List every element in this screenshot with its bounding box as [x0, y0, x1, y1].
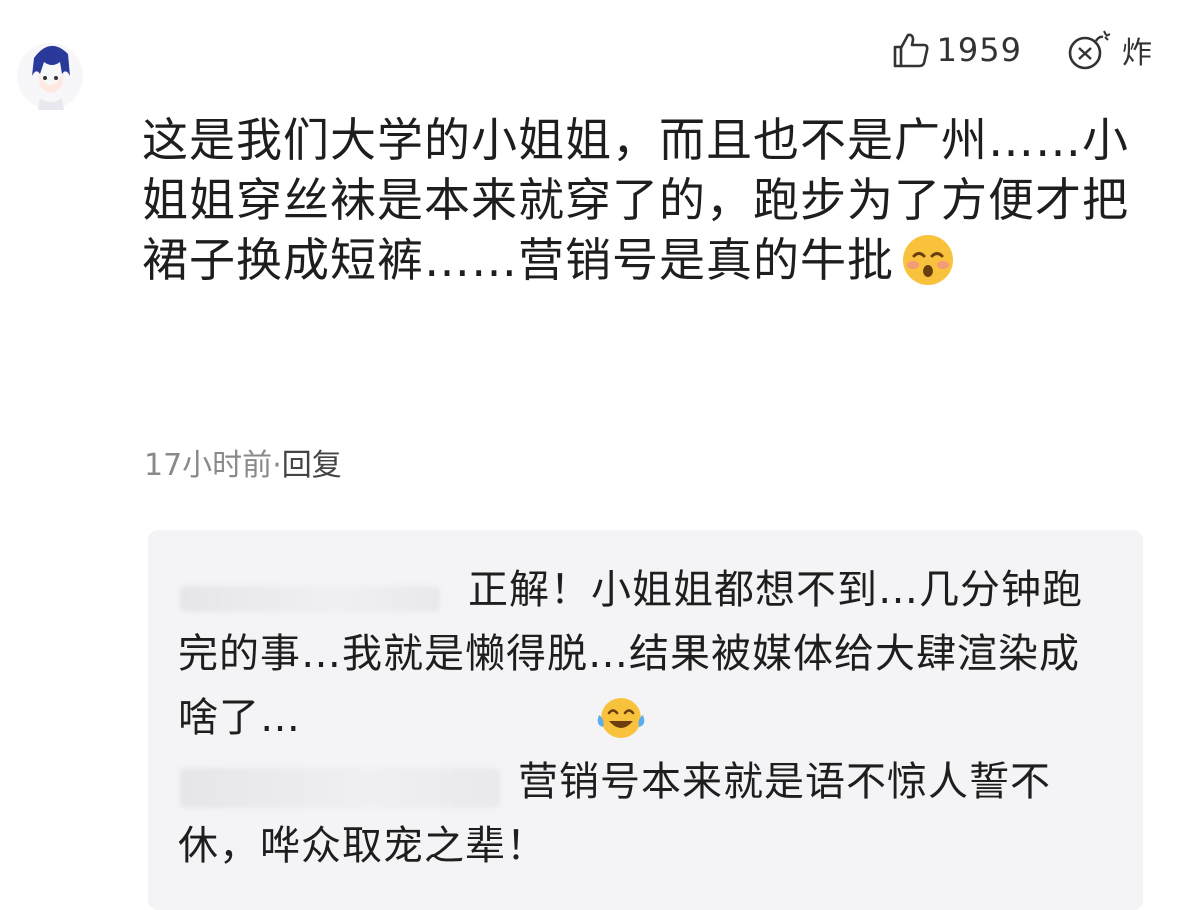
bomb-icon: [1068, 30, 1111, 70]
reply-item[interactable]: 正解！小姐姐都想不到…几分钟跑完的事…我就是懒得脱…结果被媒体给大肆渲染成啥了…: [178, 558, 1118, 760]
comment-meta: 17小时前·回复: [144, 440, 342, 484]
comment-body: 这是我们大学的小姐姐，而且也不是广州……小姐姐穿丝袜是本来就穿了的，跑步为了方便…: [142, 113, 1129, 287]
comment-time: 17小时前: [144, 448, 273, 483]
bomb-button[interactable]: 炸: [1066, 28, 1152, 72]
like-count: 1959: [936, 31, 1022, 69]
blushing-face-emoji-icon: [900, 232, 956, 302]
bomb-label: 炸: [1122, 36, 1152, 71]
reply-text: 营销号本来就是语不惊人誓不休，哗众取宠之辈！: [178, 759, 1051, 869]
comment-stats: 1959 炸: [891, 28, 1152, 72]
like-button[interactable]: 1959: [891, 30, 1022, 70]
reply-list: 正解！小姐姐都想不到…几分钟跑完的事…我就是懒得脱…结果被媒体给大肆渲染成啥了……: [148, 530, 1143, 910]
avatar[interactable]: [16, 28, 84, 120]
reply-link[interactable]: 回复: [282, 448, 342, 483]
comment-text: 这是我们大学的小姐姐，而且也不是广州……小姐姐穿丝袜是本来就穿了的，跑步为了方便…: [142, 110, 1152, 302]
reply-item[interactable]: 营销号本来就是语不惊人誓不休，哗众取宠之辈！: [178, 750, 1118, 878]
thumbs-up-icon: [893, 33, 929, 68]
meta-separator: ·: [272, 448, 282, 483]
anime-boy-avatar-icon: [17, 43, 83, 110]
